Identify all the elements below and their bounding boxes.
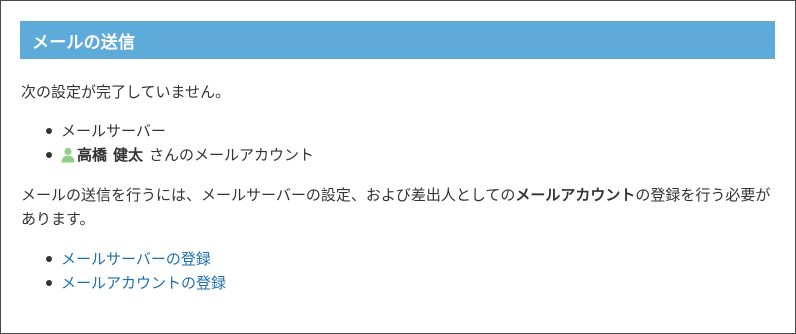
user-icon [61, 147, 75, 162]
explanation-part1: メールの送信を行うには、メールサーバーの設定、および差出人としての [21, 186, 516, 204]
explanation-bold: メールアカウント [515, 186, 636, 204]
bullet-icon [46, 256, 52, 262]
list-item-label: メールサーバー [61, 122, 166, 140]
notice-text: 次の設定が完了していません。 [21, 83, 231, 101]
user-given-name: 健太 [113, 146, 144, 164]
mail-send-panel: メールの送信 次の設定が完了していません。 メールサーバー 高橋 健太 さんのメール… [0, 0, 796, 334]
list-item-register-mail-server: メールサーバーの登録 [43, 247, 226, 271]
bullet-icon [46, 152, 52, 158]
list-item-mail-account: 高橋 健太 さんのメールアカウント [43, 143, 314, 167]
section-header: メールの送信 [20, 21, 775, 59]
list-item-register-mail-account: メールアカウントの登録 [43, 271, 226, 295]
user-name: 高橋 健太 [77, 146, 143, 164]
list-item-mail-server: メールサーバー [43, 119, 314, 143]
missing-settings-list: メールサーバー 高橋 健太 さんのメールアカウント [43, 119, 314, 167]
bullet-icon [46, 128, 52, 134]
user-family-name: 高橋 [77, 146, 108, 164]
section-title: メールの送信 [32, 32, 136, 53]
explanation-text: メールの送信を行うには、メールサーバーの設定、および差出人としてのメールアカウン… [21, 183, 781, 231]
registration-links-list: メールサーバーの登録 メールアカウントの登録 [43, 247, 226, 295]
register-mail-account-link[interactable]: メールアカウントの登録 [61, 274, 226, 292]
register-mail-server-link[interactable]: メールサーバーの登録 [61, 250, 211, 268]
list-item-suffix: さんのメールアカウント [149, 146, 315, 164]
bullet-icon [46, 280, 52, 286]
